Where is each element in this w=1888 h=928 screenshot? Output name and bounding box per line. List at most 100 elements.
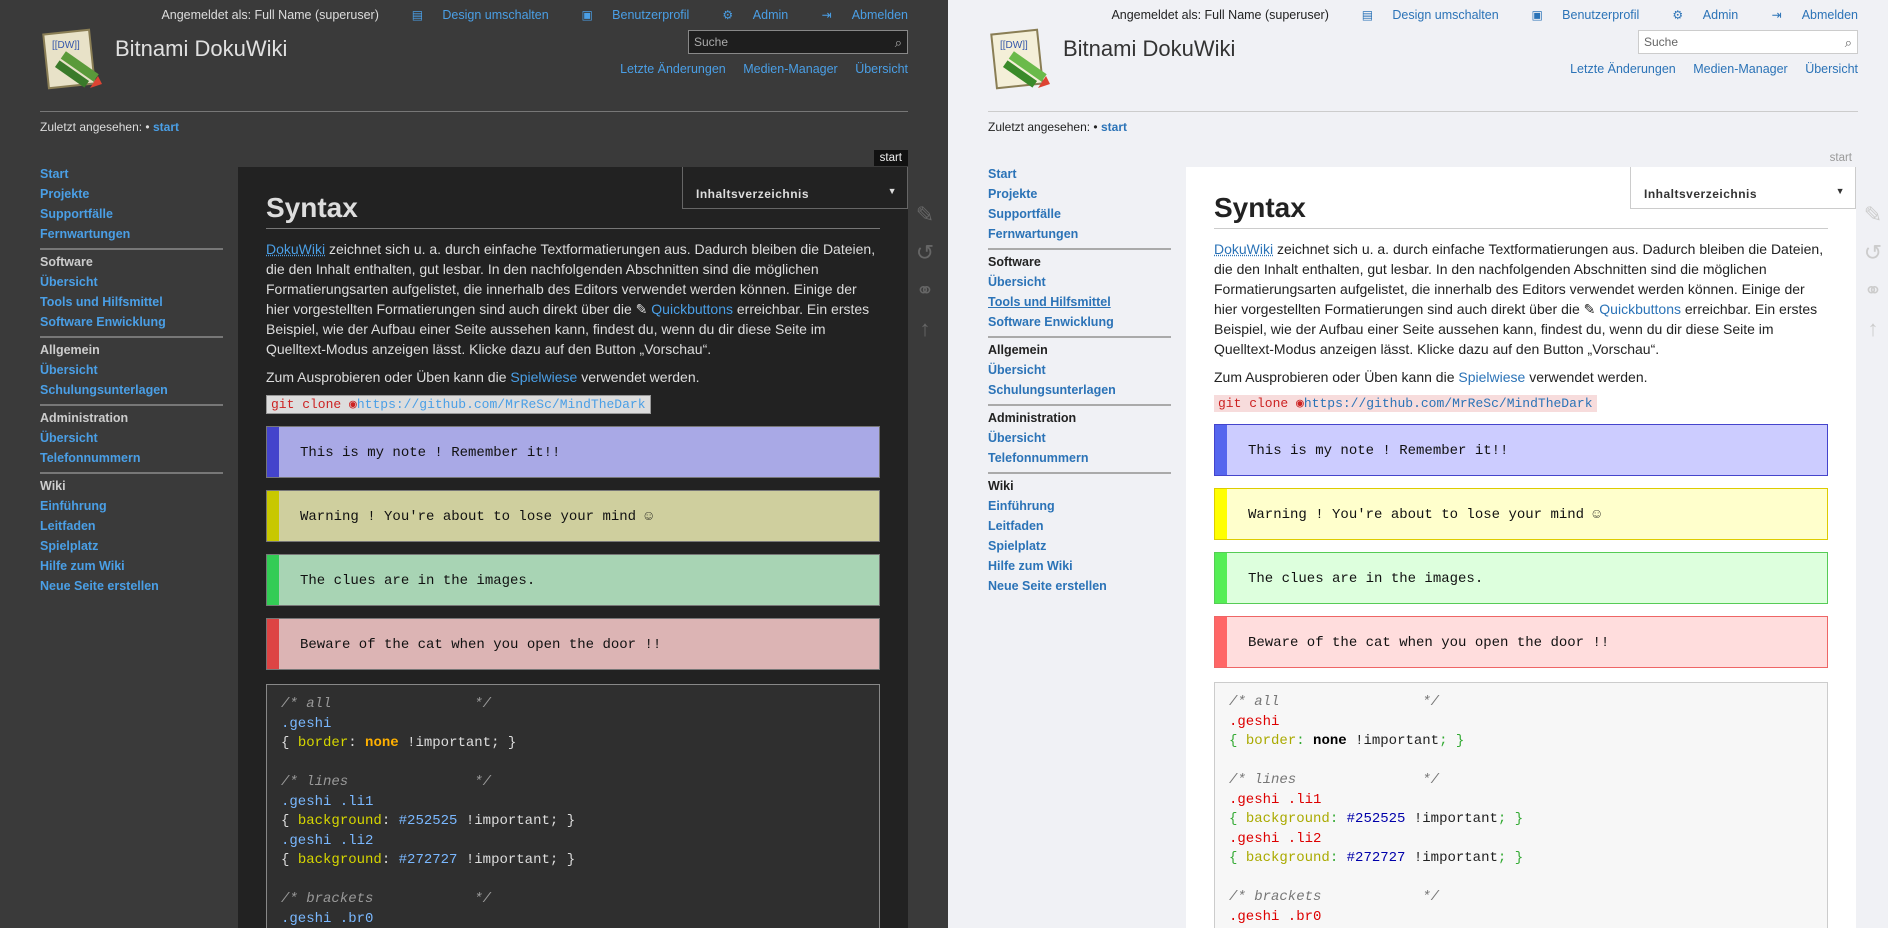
- media-manager-link[interactable]: Medien-Manager: [743, 62, 838, 76]
- profile-link[interactable]: ▣ Benutzerprofil: [1516, 8, 1640, 22]
- dokuwiki-link[interactable]: DokuWiki: [266, 241, 325, 257]
- sidebar-item-fernwartungen[interactable]: Fernwartungen: [40, 227, 130, 241]
- recent-changes-link[interactable]: Letzte Änderungen: [620, 62, 726, 76]
- search-icon[interactable]: ⌕: [895, 35, 902, 51]
- spielwiese-link[interactable]: Spielwiese: [1458, 369, 1525, 385]
- sidebar-item-hilfe[interactable]: Hilfe zum Wiki: [40, 559, 125, 573]
- sidebar-item-start[interactable]: Start: [988, 167, 1016, 181]
- playground-paragraph: Zum Ausprobieren oder Üben kann die Spie…: [1214, 369, 1648, 385]
- sidebar-group-software: Software: [988, 255, 1041, 269]
- header: Angemeldet als: Full Name (superuser) ▤ D…: [40, 0, 908, 110]
- search-input[interactable]: Suche ⌕: [688, 30, 908, 54]
- recent-changes-link[interactable]: Letzte Änderungen: [1570, 62, 1676, 76]
- site-title[interactable]: Bitnami DokuWiki: [115, 36, 287, 62]
- sidebar-item-projekte[interactable]: Projekte: [40, 187, 89, 201]
- sidebar-item-neue-seite[interactable]: Neue Seite erstellen: [40, 579, 159, 593]
- media-manager-link[interactable]: Medien-Manager: [1693, 62, 1788, 76]
- sidebar-group-administration: Administration: [40, 411, 129, 425]
- github-link[interactable]: https://github.com/MrReSc/MindTheDark: [357, 397, 646, 412]
- search-input[interactable]: Suche ⌕: [1638, 30, 1858, 54]
- edit-icon[interactable]: ✎: [912, 196, 938, 234]
- edit-icon[interactable]: ✎: [1860, 196, 1886, 234]
- logout-icon: ⇥: [821, 8, 832, 22]
- page-content: Syntax DokuWiki zeichnet sich u. a. durc…: [1186, 167, 1856, 928]
- chevron-down-icon: ▼: [887, 186, 897, 196]
- sidebar-item-schulungsunterlagen[interactable]: Schulungsunterlagen: [40, 383, 168, 397]
- profile-link[interactable]: ▣ Benutzerprofil: [566, 8, 690, 22]
- dark-theme-window: Angemeldet als: Full Name (superuser) ▤ D…: [0, 0, 948, 928]
- sidebar-item-schulungsunterlagen[interactable]: Schulungsunterlagen: [988, 383, 1116, 397]
- breadcrumb: Zuletzt angesehen: • start: [40, 111, 908, 134]
- note-important: Beware of the cat when you open the door…: [1214, 616, 1828, 668]
- page-tools: ✎ ↺ ⚭ ↑: [912, 196, 942, 348]
- page-id-tag: start: [873, 150, 908, 166]
- quickbuttons-link[interactable]: Quickbuttons: [1599, 301, 1681, 317]
- sidebar-item-start[interactable]: Start: [40, 167, 68, 181]
- sidebar-item-neue-seite[interactable]: Neue Seite erstellen: [988, 579, 1107, 593]
- svg-text:[[DW]]: [[DW]]: [1000, 40, 1028, 51]
- sitemap-link[interactable]: Übersicht: [855, 62, 908, 76]
- sidebar-item-leitfaden[interactable]: Leitfaden: [40, 519, 96, 533]
- sidebar-group-wiki: Wiki: [988, 479, 1014, 493]
- backlinks-icon[interactable]: ⚭: [1860, 272, 1886, 310]
- sidebar-item-software-uebersicht[interactable]: Übersicht: [988, 275, 1046, 289]
- admin-link[interactable]: ⚙ Admin: [707, 8, 788, 22]
- sidebar-item-leitfaden[interactable]: Leitfaden: [988, 519, 1044, 533]
- quickbuttons-link[interactable]: Quickbuttons: [651, 301, 733, 317]
- page-tools: ✎ ↺ ⚭ ↑: [1860, 196, 1888, 348]
- toc-toggle[interactable]: Inhaltsverzeichnis ▼: [682, 167, 908, 209]
- sidebar-item-tools[interactable]: Tools und Hilfsmittel: [40, 295, 163, 309]
- note-warning: Warning ! You're about to lose your mind…: [266, 490, 880, 542]
- sidebar-item-supportfaelle[interactable]: Supportfälle: [988, 207, 1061, 221]
- breadcrumb-start-link[interactable]: start: [153, 120, 179, 134]
- sitemap-link[interactable]: Übersicht: [1805, 62, 1858, 76]
- dokuwiki-link[interactable]: DokuWiki: [1214, 241, 1273, 257]
- playground-paragraph: Zum Ausprobieren oder Üben kann die Spie…: [266, 369, 700, 385]
- sidebar-item-tools[interactable]: Tools und Hilfsmittel: [988, 295, 1111, 309]
- admin-link[interactable]: ⚙ Admin: [1657, 8, 1738, 22]
- backlinks-icon[interactable]: ⚭: [912, 272, 938, 310]
- sidebar-item-spielplatz[interactable]: Spielplatz: [988, 539, 1046, 553]
- history-icon[interactable]: ↺: [912, 234, 938, 272]
- globe-icon: ◉: [349, 397, 357, 412]
- history-icon[interactable]: ↺: [1860, 234, 1886, 272]
- sidebar-item-software-uebersicht[interactable]: Übersicht: [40, 275, 98, 289]
- sidebar: Start Projekte Supportfälle Fernwartunge…: [40, 164, 223, 596]
- sidebar-item-telefonnummern[interactable]: Telefonnummern: [40, 451, 140, 465]
- page-id-tag: start: [1829, 152, 1852, 164]
- sidebar-item-admin-uebersicht[interactable]: Übersicht: [988, 431, 1046, 445]
- header: Angemeldet als: Full Name (superuser) ▤ D…: [988, 0, 1858, 110]
- sidebar-item-admin-uebersicht[interactable]: Übersicht: [40, 431, 98, 445]
- toc-toggle[interactable]: Inhaltsverzeichnis ▼: [1630, 167, 1856, 209]
- search-icon[interactable]: ⌕: [1845, 35, 1852, 51]
- sidebar-item-telefonnummern[interactable]: Telefonnummern: [988, 451, 1088, 465]
- sidebar-item-hilfe[interactable]: Hilfe zum Wiki: [988, 559, 1073, 573]
- theme-toggle-link[interactable]: ▤ Design umschalten: [396, 8, 549, 22]
- github-link[interactable]: https://github.com/MrReSc/MindTheDark: [1304, 396, 1593, 411]
- sidebar-item-einfuehrung[interactable]: Einführung: [40, 499, 107, 513]
- sidebar-item-software-entwicklung[interactable]: Software Enwicklung: [40, 315, 166, 329]
- back-to-top-icon[interactable]: ↑: [912, 310, 938, 348]
- dokuwiki-logo[interactable]: [[DW]]: [40, 26, 106, 92]
- dokuwiki-logo[interactable]: [[DW]]: [988, 26, 1054, 92]
- site-title[interactable]: Bitnami DokuWiki: [1063, 36, 1235, 62]
- user-tools: Angemeldet als: Full Name (superuser) ▤ D…: [1097, 8, 1858, 22]
- theme-toggle-link[interactable]: ▤ Design umschalten: [1346, 8, 1499, 22]
- spielwiese-link[interactable]: Spielwiese: [510, 369, 577, 385]
- sidebar-item-software-entwicklung[interactable]: Software Enwicklung: [988, 315, 1114, 329]
- sidebar-item-einfuehrung[interactable]: Einführung: [988, 499, 1055, 513]
- sidebar-item-supportfaelle[interactable]: Supportfälle: [40, 207, 113, 221]
- breadcrumb-start-link[interactable]: start: [1101, 120, 1127, 134]
- note-info: This is my note ! Remember it!!: [1214, 424, 1828, 476]
- logout-link[interactable]: ⇥ Abmelden: [806, 8, 908, 22]
- note-tip: The clues are in the images.: [1214, 552, 1828, 604]
- page-content: Syntax DokuWiki zeichnet sich u. a. durc…: [238, 167, 908, 928]
- back-to-top-icon[interactable]: ↑: [1860, 310, 1886, 348]
- sidebar-item-allgemein-uebersicht[interactable]: Übersicht: [988, 363, 1046, 377]
- sidebar-item-spielplatz[interactable]: Spielplatz: [40, 539, 98, 553]
- sidebar-item-allgemein-uebersicht[interactable]: Übersicht: [40, 363, 98, 377]
- logout-link[interactable]: ⇥ Abmelden: [1756, 8, 1858, 22]
- quickbuttons-icon: ✎: [1583, 301, 1600, 317]
- sidebar-item-fernwartungen[interactable]: Fernwartungen: [988, 227, 1078, 241]
- sidebar-item-projekte[interactable]: Projekte: [988, 187, 1037, 201]
